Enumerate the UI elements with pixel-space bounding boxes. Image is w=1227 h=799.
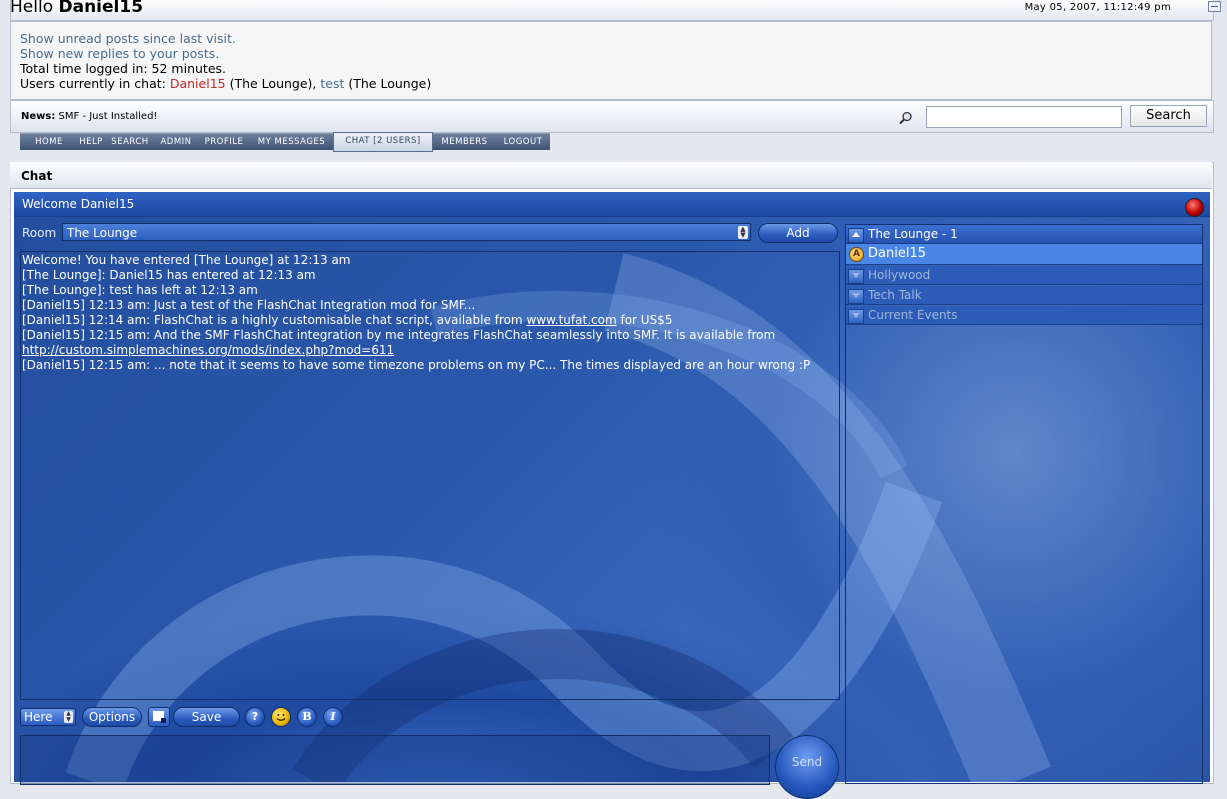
chat-message: [Daniel15] 12:15 am: And the SMF FlashCh… <box>22 328 776 342</box>
chat-message: [The Lounge]: test has left at 12:13 am <box>22 283 258 297</box>
smiley-face <box>276 714 286 721</box>
room-name: Current Events <box>868 308 958 322</box>
chat-title-bar <box>10 162 1212 189</box>
tab-search[interactable]: SEARCH <box>106 133 154 150</box>
greeting: Hello Daniel15 <box>10 0 143 17</box>
news-bar: News: SMF - Just Installed! Search <box>10 100 1214 133</box>
message-text: for US$5 <box>620 313 673 327</box>
chat-message: [The Lounge]: Daniel15 has entered at 12… <box>22 268 316 282</box>
room-name: The Lounge - 1 <box>868 227 958 241</box>
message-input[interactable] <box>20 735 770 785</box>
mod-link[interactable]: http://custom.simplemachines.org/mods/in… <box>22 343 394 357</box>
chat-message-link-line: http://custom.simplemachines.org/mods/in… <box>22 343 394 357</box>
search-button[interactable]: Search <box>1130 105 1207 127</box>
chat-users-prefix: Users currently in chat: <box>20 76 166 91</box>
color-picker-icon[interactable] <box>148 707 170 727</box>
chat-message: [Daniel15] 12:14 am: FlashChat is a high… <box>22 313 672 327</box>
room-name: Hollywood <box>868 268 931 282</box>
tufat-link[interactable]: www.tufat.com <box>526 313 616 327</box>
admin-badge-icon: A <box>849 247 864 262</box>
chat-message: [Daniel15] 12:13 am: Just a test of the … <box>22 298 476 312</box>
greeting-text: Hello <box>10 0 54 17</box>
news-label: News: <box>21 111 56 122</box>
help-icon[interactable]: ? <box>245 707 265 727</box>
tab-help[interactable]: HELP <box>76 133 106 150</box>
bold-icon[interactable]: B <box>297 707 317 727</box>
expand-room-icon[interactable] <box>848 289 864 304</box>
recipient-select-value: Here <box>24 710 53 724</box>
user-name: Daniel15 <box>868 246 926 261</box>
chat-user-room: (The Lounge), <box>229 76 317 91</box>
search-icon <box>899 111 912 125</box>
unread-posts-link[interactable]: Show unread posts since last visit. <box>20 31 236 46</box>
chat-user-room: (The Lounge) <box>348 76 432 91</box>
add-room-button[interactable]: Add <box>758 223 838 243</box>
welcome-message: Welcome Daniel15 <box>22 197 135 211</box>
recipient-select[interactable]: Here ▲ ▼ <box>20 708 76 726</box>
message-text: [Daniel15] 12:14 am: FlashChat is a high… <box>22 313 523 327</box>
username: Daniel15 <box>58 0 144 17</box>
select-arrows-icon: ▲ ▼ <box>738 226 748 239</box>
room-row-tech-talk[interactable]: Tech Talk <box>846 286 1202 305</box>
send-button[interactable]: Send <box>775 735 839 799</box>
room-select[interactable]: The Lounge ▲ ▼ <box>62 223 751 241</box>
tab-admin[interactable]: ADMIN <box>154 133 198 150</box>
options-button[interactable]: Options <box>82 707 142 727</box>
room-row-hollywood[interactable]: Hollywood <box>846 266 1202 285</box>
current-datetime: May 05, 2007, 11:12:49 pm <box>1024 2 1171 13</box>
close-icon[interactable] <box>1185 198 1204 217</box>
room-select-value: The Lounge <box>67 226 138 240</box>
room-name: Tech Talk <box>868 288 922 302</box>
chat-user-test[interactable]: test <box>320 76 344 91</box>
chat-user-daniel15[interactable]: Daniel15 <box>170 76 226 91</box>
collapse-icon[interactable] <box>1208 1 1221 12</box>
tab-home[interactable]: HOME <box>20 133 78 150</box>
chat-users-line: Users currently in chat: Daniel15 (The L… <box>20 76 431 91</box>
chat-section-title: Chat <box>21 169 53 183</box>
collapse-room-icon[interactable] <box>848 228 864 243</box>
tab-my-messages[interactable]: MY MESSAGES <box>250 133 333 150</box>
expand-room-icon[interactable] <box>848 309 864 324</box>
user-row-daniel15[interactable]: A Daniel15 <box>846 244 1202 265</box>
news-text: SMF - Just Installed! <box>58 111 158 122</box>
news: News: SMF - Just Installed! <box>21 111 157 122</box>
room-row-the-lounge[interactable]: The Lounge - 1 <box>846 225 1202 244</box>
room-row-current-events[interactable]: Current Events <box>846 306 1202 325</box>
new-replies-link[interactable]: Show new replies to your posts. <box>20 46 219 61</box>
tab-members[interactable]: MEMBERS <box>433 133 496 150</box>
chat-header-bar <box>14 192 1210 217</box>
chat-message: [Daniel15] 12:15 am: ... note that it se… <box>22 358 811 372</box>
tab-logout[interactable]: LOGOUT <box>496 133 550 150</box>
italic-icon[interactable]: I <box>323 707 343 727</box>
room-label: Room <box>22 226 57 240</box>
tab-chat[interactable]: CHAT [2 USERS] <box>333 132 433 152</box>
select-arrows-icon: ▲ ▼ <box>64 711 73 723</box>
expand-room-icon[interactable] <box>848 269 864 284</box>
save-button[interactable]: Save <box>173 707 240 727</box>
smiley-icon[interactable] <box>271 707 291 727</box>
time-logged-in: Total time logged in: 52 minutes. <box>20 61 226 76</box>
search-input[interactable] <box>926 106 1122 128</box>
chat-message: Welcome! You have entered [The Lounge] a… <box>22 253 351 267</box>
color-swatch-corner <box>161 718 166 723</box>
user-info-box: Show unread posts since last visit. Show… <box>10 21 1212 100</box>
tab-profile[interactable]: PROFILE <box>198 133 250 150</box>
